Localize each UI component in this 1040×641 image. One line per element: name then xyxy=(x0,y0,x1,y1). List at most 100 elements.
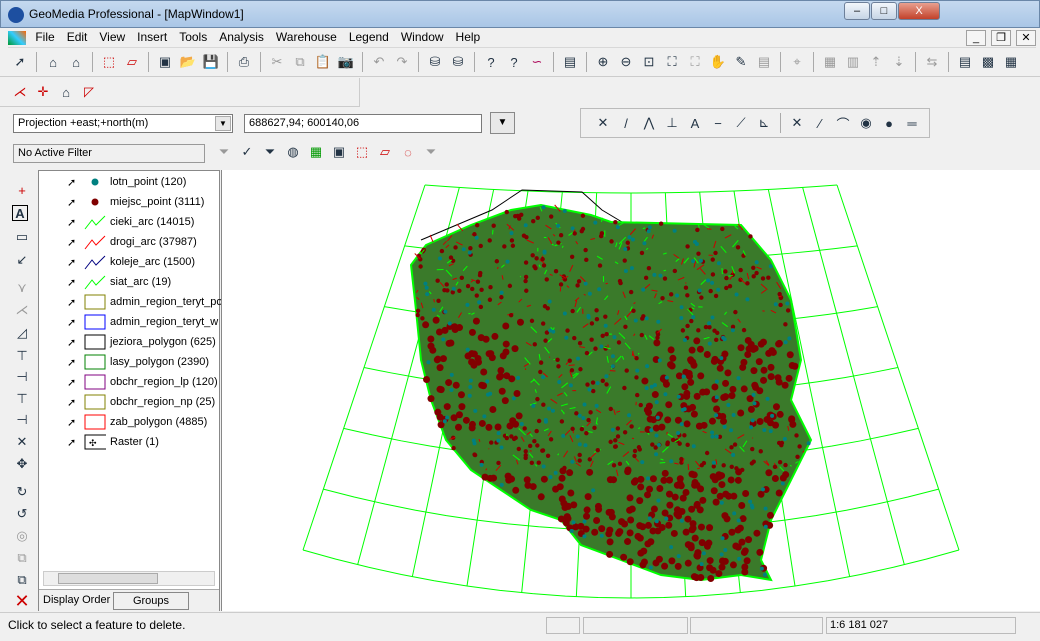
legend-item[interactable]: ➚ cieki_arc (14015) xyxy=(39,212,221,232)
legend-item[interactable]: ➚ jeziora_polygon (625) xyxy=(39,332,221,352)
minimize-button[interactable]: – xyxy=(844,2,870,20)
split-icon[interactable]: ✛ xyxy=(33,82,53,102)
label-icon[interactable]: ⌂ xyxy=(56,82,76,102)
smooth-icon[interactable]: ⋌ xyxy=(12,300,32,320)
snapshot-icon[interactable]: 📷 xyxy=(336,52,356,72)
arc-icon[interactable]: ⌒ xyxy=(833,113,853,133)
point-on-line-icon[interactable]: ⊥ xyxy=(662,113,682,133)
dot-icon[interactable]: ● xyxy=(879,113,899,133)
mdi-minimize-button[interactable]: _ xyxy=(966,30,986,46)
intersection-snap-icon[interactable]: ✕ xyxy=(593,113,613,133)
spatial-query-icon[interactable]: ∽ xyxy=(527,52,547,72)
insert-text-icon[interactable]: A xyxy=(12,205,28,221)
perpendicular-icon[interactable]: ⊾ xyxy=(754,113,774,133)
legend-item[interactable]: ➚ admin_region_teryt_w xyxy=(39,312,221,332)
menu-tools[interactable]: Tools xyxy=(173,28,213,46)
polygon-filter-icon[interactable]: ▱ xyxy=(375,142,395,162)
menu-insert[interactable]: Insert xyxy=(131,28,173,46)
legend-item[interactable]: ➚ admin_region_teryt_po xyxy=(39,292,221,312)
midpoint-snap-icon[interactable]: − xyxy=(708,113,728,133)
trim-line-icon[interactable]: ⊣ xyxy=(12,410,32,430)
menu-legend[interactable]: Legend xyxy=(343,28,395,46)
select-pointer-icon[interactable]: ➚ xyxy=(67,296,76,309)
data-window-icon[interactable]: ▦ xyxy=(820,52,840,72)
legend-item[interactable]: ➚ drogi_arc (37987) xyxy=(39,232,221,252)
insert-label-icon[interactable]: ↙ xyxy=(12,250,32,270)
trim-icon[interactable]: ⋌ xyxy=(10,82,30,102)
menu-window[interactable]: Window xyxy=(395,28,450,46)
legend-item[interactable]: ➚ obchr_region_np (25) xyxy=(39,392,221,412)
legend-horizontal-scrollbar[interactable] xyxy=(43,571,215,586)
select-pointer-icon[interactable]: ➚ xyxy=(67,176,76,189)
zoom-out-icon[interactable]: ⊖ xyxy=(616,52,636,72)
select-set-icon[interactable]: ⌂ xyxy=(66,52,86,72)
window-filter-icon[interactable]: ▦ xyxy=(306,142,326,162)
tangent-icon[interactable]: ⟋ xyxy=(731,113,751,133)
zoom-in-icon[interactable]: ⊕ xyxy=(593,52,613,72)
chevron-down-icon[interactable]: ▼ xyxy=(215,116,231,131)
fit-all-icon[interactable]: ⛶ xyxy=(662,52,682,72)
rectangle-filter-icon[interactable]: ⬚ xyxy=(352,142,372,162)
select-pointer-icon[interactable]: ➚ xyxy=(67,356,76,369)
double-line-icon[interactable]: ═ xyxy=(902,113,922,133)
fit-legend-icon[interactable]: ⛶ xyxy=(685,52,705,72)
select-pointer-icon[interactable]: ➚ xyxy=(67,416,76,429)
pan-icon[interactable]: ✋ xyxy=(708,52,728,72)
move-icon[interactable]: ✥ xyxy=(12,454,32,474)
select-pointer-icon[interactable]: ➚ xyxy=(67,336,76,349)
radius-filter-icon[interactable]: ◌ xyxy=(398,142,418,162)
query-icon[interactable]: ? xyxy=(481,52,501,72)
select-pointer-icon[interactable]: ➚ xyxy=(67,216,76,229)
paste-icon[interactable]: 📋 xyxy=(313,52,333,72)
filter-icon[interactable]: ⏷ xyxy=(214,142,234,162)
network-icon[interactable]: ⌖ xyxy=(787,52,807,72)
coordinate-input[interactable]: 688627,94; 600140,06 xyxy=(244,114,482,133)
move-down-icon[interactable]: ⇣ xyxy=(889,52,909,72)
menu-view[interactable]: View xyxy=(93,28,131,46)
delete-feature-icon[interactable]: ✕ xyxy=(12,591,32,611)
add-thematic-icon[interactable]: ▩ xyxy=(978,52,998,72)
select-tool-icon[interactable]: ⌂ xyxy=(43,52,63,72)
text-snap-icon[interactable]: A xyxy=(685,113,705,133)
line-icon[interactable]: ⁄ xyxy=(810,113,830,133)
close-button[interactable]: X xyxy=(898,2,940,20)
move-up-icon[interactable]: ⇡ xyxy=(866,52,886,72)
properties-icon[interactable]: ✎ xyxy=(731,52,751,72)
edit-geometry-icon[interactable]: ⋎ xyxy=(12,278,32,298)
add-legend-entry-icon[interactable]: ▤ xyxy=(955,52,975,72)
attribute-filter-icon[interactable]: ⏷ xyxy=(260,142,280,162)
mdi-close-button[interactable]: ✕ xyxy=(1016,30,1036,46)
select-pointer-icon[interactable]: ➚ xyxy=(67,396,76,409)
construct-icon[interactable]: ◿ xyxy=(12,323,32,343)
new-map-window-icon[interactable]: ▤ xyxy=(560,52,580,72)
map-canvas[interactable] xyxy=(222,170,1040,611)
map-filter-icon[interactable]: ▣ xyxy=(329,142,349,162)
columns-icon[interactable]: ▥ xyxy=(843,52,863,72)
attribute-query-icon[interactable]: ? xyxy=(504,52,524,72)
menu-warehouse[interactable]: Warehouse xyxy=(270,28,343,46)
menu-file[interactable]: File xyxy=(29,28,60,46)
open-geoworkspace-icon[interactable]: 📂 xyxy=(178,52,198,72)
insert-intersection-icon[interactable]: ✕ xyxy=(12,432,32,452)
select-pointer-icon[interactable]: ➚ xyxy=(67,196,76,209)
spin-icon[interactable]: ◎ xyxy=(12,526,32,546)
scrollbar-thumb[interactable] xyxy=(58,573,158,584)
merge-icon[interactable]: ⇆ xyxy=(922,52,942,72)
select-pointer-icon[interactable]: ➚ xyxy=(67,436,76,449)
map-window[interactable] xyxy=(221,170,1040,611)
legend-item[interactable]: ➚ siat_arc (19) xyxy=(39,272,221,292)
coordinate-system-select[interactable]: Projection +east;+north(m) ▼ xyxy=(13,114,233,133)
legend-item[interactable]: ➚ ✣ Raster (1) xyxy=(39,432,221,452)
select-pointer-icon[interactable]: ➚ xyxy=(67,256,76,269)
extend-icon[interactable]: ⊤ xyxy=(12,346,32,366)
cut-icon[interactable]: ✂ xyxy=(267,52,287,72)
legend-icon[interactable]: ▦ xyxy=(1001,52,1021,72)
display-properties-icon[interactable]: ▤ xyxy=(754,52,774,72)
select-pointer-icon[interactable]: ➚ xyxy=(67,316,76,329)
menu-help[interactable]: Help xyxy=(450,28,487,46)
legend-item[interactable]: ➚ lotn_point (120) xyxy=(39,172,221,192)
select-pointer-icon[interactable]: ➚ xyxy=(67,376,76,389)
continue-geometry-icon[interactable]: ◸ xyxy=(79,82,99,102)
ring-icon[interactable]: ◉ xyxy=(856,113,876,133)
save-icon[interactable]: 💾 xyxy=(201,52,221,72)
